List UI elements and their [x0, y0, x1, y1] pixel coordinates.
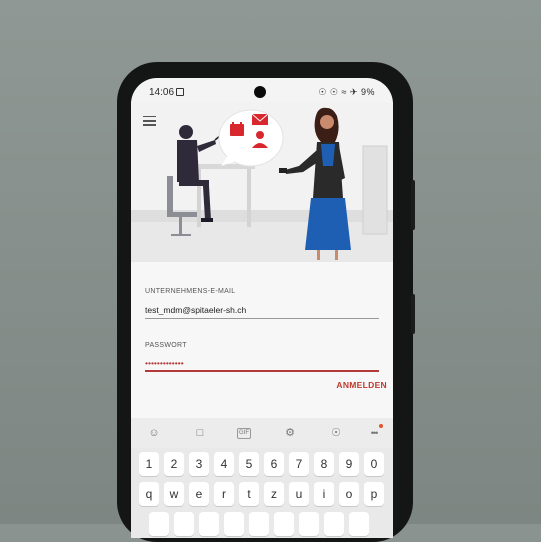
settings-icon[interactable]: ⚙: [283, 426, 297, 440]
email-field[interactable]: test_mdm@spitaeler-sh.ch: [145, 305, 246, 315]
key-1[interactable]: 1: [139, 452, 159, 476]
key-0[interactable]: 0: [364, 452, 384, 476]
login-button[interactable]: ANMELDEN: [336, 380, 387, 390]
key-i[interactable]: i: [314, 482, 334, 506]
key-e[interactable]: e: [189, 482, 209, 506]
key-row3-i[interactable]: [349, 512, 369, 536]
key-row3-h[interactable]: [324, 512, 344, 536]
key-7[interactable]: 7: [289, 452, 309, 476]
key-row3-c[interactable]: [199, 512, 219, 536]
more-icon[interactable]: •••: [367, 426, 381, 440]
key-9[interactable]: 9: [339, 452, 359, 476]
login-form: UNTERNEHMENS-E-MAIL test_mdm@spitaeler-s…: [131, 262, 393, 418]
key-w[interactable]: w: [164, 482, 184, 506]
keyboard-toolbar: ☺ □ GIF ⚙ ☉ •••: [131, 418, 393, 448]
sticker-icon[interactable]: □: [193, 426, 207, 440]
key-o[interactable]: o: [339, 482, 359, 506]
key-8[interactable]: 8: [314, 452, 334, 476]
key-q[interactable]: q: [139, 482, 159, 506]
notification-dot: [379, 424, 383, 428]
key-row3-g[interactable]: [299, 512, 319, 536]
password-underline: [145, 370, 379, 372]
power-button: [411, 294, 415, 334]
key-r[interactable]: r: [214, 482, 234, 506]
key-6[interactable]: 6: [264, 452, 284, 476]
key-2[interactable]: 2: [164, 452, 184, 476]
password-label: PASSWORT: [145, 342, 187, 349]
illustration-graphic: [131, 107, 393, 262]
front-camera: [254, 86, 266, 98]
volume-button: [411, 180, 415, 230]
key-u[interactable]: u: [289, 482, 309, 506]
phone-screen: 14:06 ☉ ☉ ≈ ✈ 9% UNTERNEHMENS-E-MAIL tes…: [131, 78, 393, 538]
key-z[interactable]: z: [264, 482, 284, 506]
onscreen-keyboard: 1 2 3 4 5 6 7 8 9 0 q w e r t z u i o p: [131, 448, 393, 538]
status-indicators: ☉ ☉ ≈ ✈ 9%: [318, 87, 375, 97]
email-underline: [145, 318, 379, 319]
key-p[interactable]: p: [364, 482, 384, 506]
key-5[interactable]: 5: [239, 452, 259, 476]
phone-frame: 14:06 ☉ ☉ ≈ ✈ 9% UNTERNEHMENS-E-MAIL tes…: [117, 62, 415, 542]
key-row3-f[interactable]: [274, 512, 294, 536]
notification-icon: [176, 88, 184, 96]
key-row3-e[interactable]: [249, 512, 269, 536]
key-4[interactable]: 4: [214, 452, 234, 476]
email-label: UNTERNEHMENS-E-MAIL: [145, 288, 236, 295]
password-field[interactable]: •••••••••••••: [145, 358, 184, 368]
emoji-icon[interactable]: ☺: [147, 426, 161, 440]
mail-icon: [251, 113, 269, 125]
login-illustration: [131, 102, 393, 262]
status-time: 14:06: [149, 87, 175, 98]
key-row3-d[interactable]: [224, 512, 244, 536]
key-row3-a[interactable]: [149, 512, 169, 536]
microphone-icon[interactable]: ☉: [329, 426, 343, 440]
key-row3-b[interactable]: [174, 512, 194, 536]
calendar-icon: [230, 122, 244, 136]
key-t[interactable]: t: [239, 482, 259, 506]
gif-icon[interactable]: GIF: [237, 428, 251, 439]
key-3[interactable]: 3: [189, 452, 209, 476]
